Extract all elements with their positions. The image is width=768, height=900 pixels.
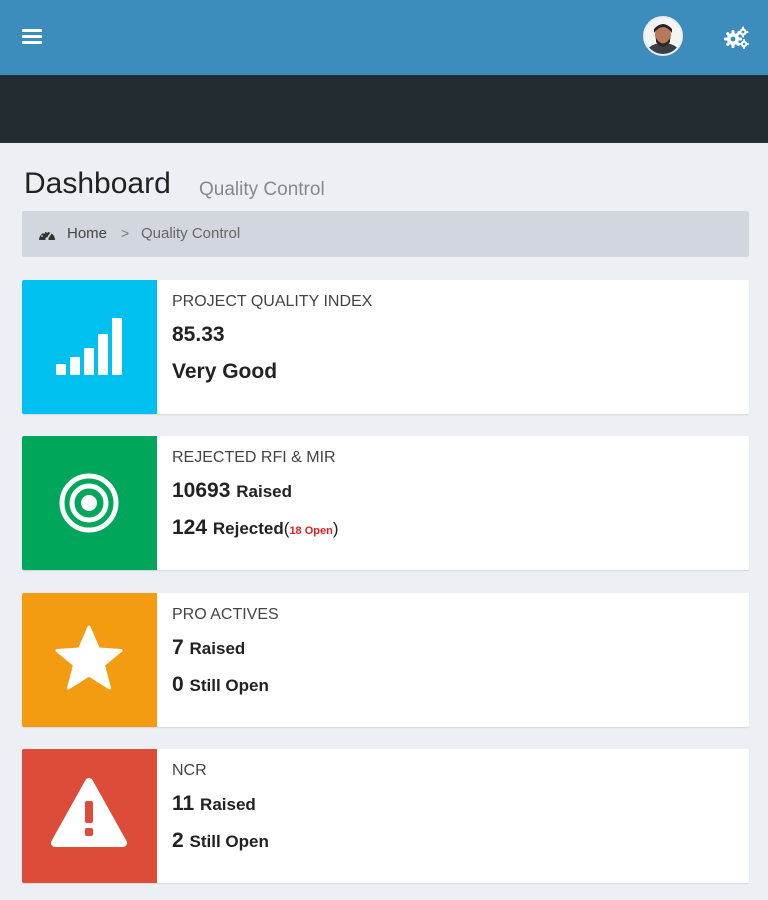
rejected-count: 124	[172, 516, 208, 539]
open-line: 0 Still Open	[172, 673, 269, 697]
dark-header-band	[0, 75, 768, 143]
raised-label: Raised	[200, 795, 256, 814]
breadcrumb-home-link[interactable]: Home	[67, 225, 107, 242]
box-label: REJECTED RFI & MIR	[172, 449, 336, 466]
quality-index-value: 85.33	[172, 323, 225, 346]
breadcrumb-separator: >	[121, 225, 130, 241]
open-label: Still Open	[189, 676, 269, 695]
open-count: 0	[172, 673, 184, 696]
box-label: PROJECT QUALITY INDEX	[172, 293, 373, 310]
box-label: PRO ACTIVES	[172, 606, 279, 623]
breadcrumb: Home > Quality Control	[22, 211, 749, 257]
dashboard-icon	[39, 231, 55, 241]
raised-label: Raised	[189, 639, 246, 658]
page-title: Dashboard	[24, 167, 171, 200]
raised-count: 10693	[172, 479, 231, 502]
menu-toggle-icon[interactable]	[22, 27, 42, 45]
settings-gears-icon[interactable]	[724, 26, 750, 50]
warning-icon	[22, 749, 157, 883]
raised-line: 11 Raised	[172, 792, 256, 816]
raised-label: Raised	[236, 482, 292, 501]
box-label: NCR	[172, 762, 207, 779]
rejected-label: Rejected	[212, 519, 284, 538]
star-icon	[22, 593, 157, 727]
project-quality-index-box[interactable]: PROJECT QUALITY INDEX 85.33 Very Good	[22, 280, 749, 414]
raised-line: 10693 Raised	[172, 479, 292, 503]
target-icon	[22, 436, 157, 570]
page-subtitle: Quality Control	[199, 179, 325, 200]
top-navbar	[0, 0, 768, 75]
quality-rating: Very Good	[172, 360, 278, 383]
paren-close: )	[332, 519, 339, 538]
raised-count: 7	[172, 636, 184, 659]
open-line: 2 Still Open	[172, 829, 269, 853]
raised-count: 11	[172, 792, 195, 815]
raised-line: 7 Raised	[172, 636, 245, 660]
ncr-box[interactable]: NCR 11 Raised 2 Still Open	[22, 749, 749, 883]
open-note[interactable]: 18 Open	[289, 525, 332, 537]
rejected-rfi-mir-box[interactable]: REJECTED RFI & MIR 10693 Raised 124 Reje…	[22, 436, 749, 570]
rejected-line: 124 Rejected(18 Open)	[172, 516, 339, 540]
open-label: Still Open	[189, 832, 269, 851]
breadcrumb-current: Quality Control	[141, 225, 241, 242]
open-count: 2	[172, 829, 184, 852]
pro-actives-box[interactable]: PRO ACTIVES 7 Raised 0 Still Open	[22, 593, 749, 727]
content-area: Dashboard Quality Control Home > Quality…	[0, 143, 768, 900]
user-avatar[interactable]	[643, 16, 683, 56]
signal-bars-icon	[22, 280, 157, 414]
